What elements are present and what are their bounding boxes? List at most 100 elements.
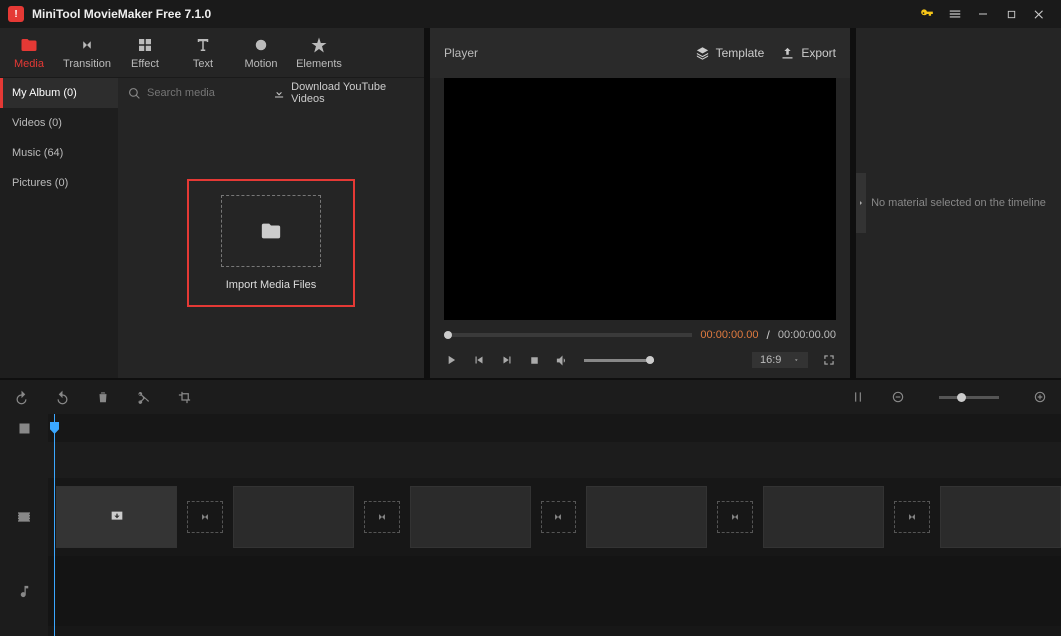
volume-slider[interactable] <box>584 359 654 362</box>
audio-track[interactable] <box>48 556 1061 626</box>
tab-text[interactable]: Text <box>174 28 232 77</box>
transition-slot[interactable] <box>187 501 223 533</box>
tab-effect[interactable]: Effect <box>116 28 174 77</box>
effect-icon <box>136 36 154 54</box>
chevron-down-icon <box>793 355 800 365</box>
tab-label: Motion <box>244 58 277 70</box>
delete-button[interactable] <box>96 390 110 404</box>
tab-label: Text <box>193 58 213 70</box>
app-title: MiniTool MovieMaker Free 7.1.0 <box>32 7 211 21</box>
time-total: 00:00:00.00 <box>778 329 836 341</box>
sidebar-item-music[interactable]: Music (64) <box>0 138 118 168</box>
upgrade-key-icon[interactable] <box>913 0 941 28</box>
menu-icon[interactable] <box>941 0 969 28</box>
titlebar: ! MiniTool MovieMaker Free 7.1.0 <box>0 0 1061 28</box>
aspect-ratio-select[interactable]: 16:9 <box>752 352 808 368</box>
panel-collapse-handle[interactable] <box>856 173 866 233</box>
tab-label: Elements <box>296 58 342 70</box>
drop-media-icon <box>109 509 125 525</box>
tab-transition[interactable]: Transition <box>58 28 116 77</box>
text-icon <box>194 36 212 54</box>
player-panel: Player Template Export 00:00:00.00 / 00:… <box>430 28 850 378</box>
redo-button[interactable] <box>55 390 70 405</box>
split-button[interactable] <box>136 390 151 405</box>
timeline-toolbar <box>0 380 1061 414</box>
next-frame-button[interactable] <box>500 353 514 367</box>
timeline-gutter <box>0 414 48 636</box>
tool-tabs: Media Transition Effect Text Motion Elem… <box>0 28 424 78</box>
snap-button[interactable] <box>851 390 865 404</box>
tab-media[interactable]: Media <box>0 28 58 77</box>
tab-motion[interactable]: Motion <box>232 28 290 77</box>
undo-button[interactable] <box>14 390 29 405</box>
transition-icon <box>78 36 96 54</box>
maximize-button[interactable] <box>997 0 1025 28</box>
tab-label: Transition <box>63 58 111 70</box>
audio-track-icon <box>0 556 48 626</box>
player-title: Player <box>444 46 478 60</box>
app-logo: ! <box>8 6 24 22</box>
chevron-right-icon <box>857 199 865 207</box>
timeline-tracks[interactable] <box>48 414 1061 636</box>
zoom-in-button[interactable] <box>1033 390 1047 404</box>
aspect-value: 16:9 <box>760 354 781 366</box>
motion-icon <box>252 36 270 54</box>
sidebar-item-videos[interactable]: Videos (0) <box>0 108 118 138</box>
time-current: 00:00:00.00 <box>700 329 758 341</box>
close-button[interactable] <box>1025 0 1053 28</box>
export-button[interactable]: Export <box>780 46 836 61</box>
tab-label: Effect <box>131 58 159 70</box>
clip-slot[interactable] <box>410 486 531 548</box>
search-wrap <box>128 87 267 100</box>
clip-slot[interactable] <box>233 486 354 548</box>
prev-frame-button[interactable] <box>472 353 486 367</box>
download-label: Download YouTube Videos <box>291 81 414 105</box>
tab-elements[interactable]: Elements <box>290 28 348 77</box>
template-label: Template <box>716 46 765 60</box>
add-track-button[interactable] <box>0 414 48 442</box>
search-input[interactable] <box>147 87 267 99</box>
zoom-slider[interactable] <box>939 396 999 399</box>
import-media-button[interactable]: Import Media Files <box>187 179 355 307</box>
sidebar-item-my-album[interactable]: My Album (0) <box>0 78 118 108</box>
download-youtube-link[interactable]: Download YouTube Videos <box>273 81 414 105</box>
properties-panel: No material selected on the timeline <box>856 28 1061 378</box>
template-button[interactable]: Template <box>695 46 765 61</box>
timeline-ruler[interactable] <box>48 414 1061 442</box>
clip-slot[interactable] <box>586 486 707 548</box>
transition-slot[interactable] <box>541 501 577 533</box>
tab-label: Media <box>14 58 44 70</box>
properties-empty-msg: No material selected on the timeline <box>871 197 1046 209</box>
player-viewport <box>444 78 836 320</box>
folder-icon <box>260 220 282 242</box>
stop-button[interactable] <box>528 354 541 367</box>
fullscreen-button[interactable] <box>822 353 836 367</box>
video-track-icon <box>0 478 48 556</box>
media-panel: Media Transition Effect Text Motion Elem… <box>0 28 424 378</box>
play-button[interactable] <box>444 353 458 367</box>
playhead[interactable] <box>54 414 55 636</box>
import-label: Import Media Files <box>226 279 316 291</box>
elements-icon <box>310 36 328 54</box>
transition-slot[interactable] <box>717 501 753 533</box>
export-icon <box>780 46 795 61</box>
template-icon <box>695 46 710 61</box>
folder-icon <box>20 36 38 54</box>
media-sidebar: My Album (0) Videos (0) Music (64) Pictu… <box>0 78 118 378</box>
media-content: Download YouTube Videos Import Media Fil… <box>118 78 424 378</box>
crop-button[interactable] <box>177 390 192 405</box>
time-sep: / <box>767 328 770 342</box>
transition-slot[interactable] <box>364 501 400 533</box>
clip-slot[interactable] <box>940 486 1061 548</box>
search-icon <box>128 87 141 100</box>
clip-slot[interactable] <box>56 486 177 548</box>
timeline <box>0 414 1061 636</box>
video-track[interactable] <box>48 478 1061 556</box>
sidebar-item-pictures[interactable]: Pictures (0) <box>0 168 118 198</box>
clip-slot[interactable] <box>763 486 884 548</box>
zoom-out-button[interactable] <box>891 390 905 404</box>
minimize-button[interactable] <box>969 0 997 28</box>
volume-button[interactable] <box>555 353 570 368</box>
scrub-bar[interactable] <box>444 333 692 337</box>
transition-slot[interactable] <box>894 501 930 533</box>
